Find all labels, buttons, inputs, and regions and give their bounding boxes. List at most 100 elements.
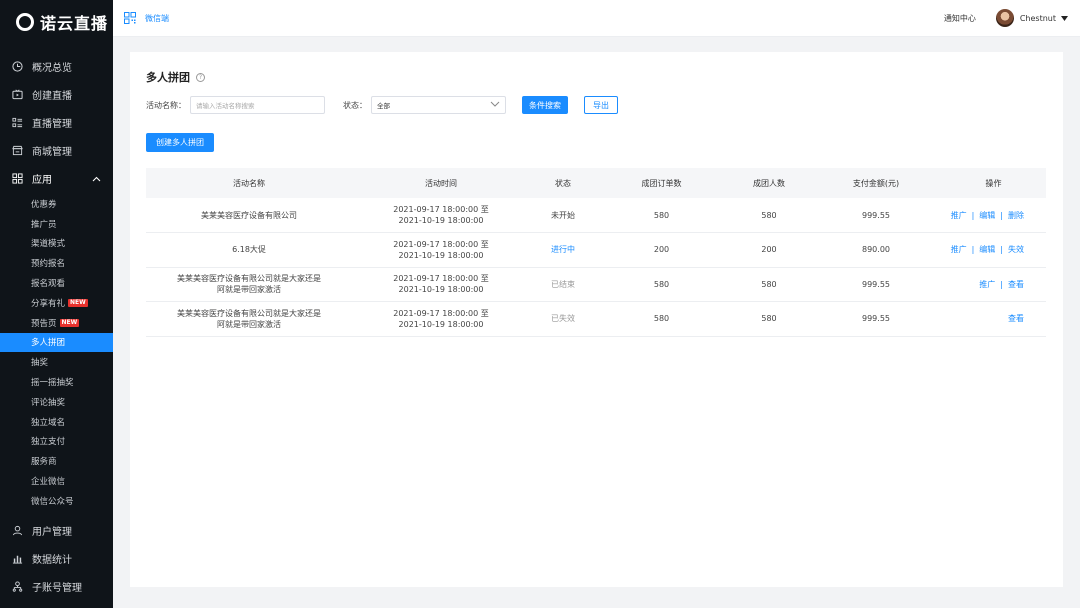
col-orders: 成团订单数: [596, 168, 727, 198]
promote-link[interactable]: 推广: [951, 245, 967, 254]
page-title-text: 多人拼团: [146, 71, 190, 84]
cell-status: 已失效: [530, 301, 596, 337]
cell-orders: 200: [596, 232, 727, 268]
time-start: 2021-09-17 18:00:00 至: [393, 308, 489, 318]
help-icon[interactable]: ?: [196, 72, 205, 82]
store-icon: [11, 144, 23, 156]
sidebar-item-create-live[interactable]: 创建直播: [0, 80, 113, 108]
sidebar-item-label: 商城管理: [32, 146, 72, 158]
time-end: 2021-10-19 18:00:00: [398, 250, 484, 260]
activity-name-line: 6.18大促: [232, 245, 266, 255]
avatar[interactable]: [995, 9, 1014, 27]
chevron-down-icon: [490, 101, 500, 109]
sidebar-item-store-manage[interactable]: 商城管理: [0, 136, 113, 164]
top-bar: 微信端 通知中心 Chestnut: [113, 0, 1080, 37]
activity-name-line: 阿就是带回家激活: [217, 285, 281, 295]
cell-activity-time: 2021-09-17 18:00:00 至 2021-10-19 18:00:00: [352, 301, 530, 337]
sidebar-subitem-label: 推广员: [31, 219, 57, 230]
table-row: 美莱美容医疗设备有限公司就是大家还是 阿就是带回家激活 2021-09-17 18…: [146, 267, 1046, 302]
sidebar-subitem-service-provider[interactable]: 服务商: [0, 451, 113, 471]
new-badge: NEW: [68, 298, 88, 307]
promote-link[interactable]: 推广: [979, 280, 995, 289]
status-select[interactable]: 全部: [371, 96, 506, 114]
cell-people: 580: [727, 301, 811, 337]
activity-name-placeholder: 请输入活动名称搜索: [196, 102, 255, 110]
chevron-up-icon[interactable]: [92, 174, 101, 185]
sidebar-item-stats[interactable]: 数据统计: [0, 545, 113, 573]
search-button[interactable]: 条件搜索: [522, 96, 568, 114]
sidebar-item-live-manage[interactable]: 直播管理: [0, 108, 113, 136]
group-buy-table: 活动名称 活动时间 状态 成团订单数 成团人数 支付金额(元) 操作 美莱美容医…: [146, 168, 1046, 337]
sidebar-subitem-custom-payment[interactable]: 独立支付: [0, 432, 113, 452]
create-group-buy-button[interactable]: 创建多人拼团: [146, 133, 214, 152]
edit-link[interactable]: 编辑: [979, 245, 995, 254]
sidebar-subitem-coupon[interactable]: 优惠券: [0, 194, 113, 214]
sidebar-subitem-channel[interactable]: 渠道模式: [0, 234, 113, 254]
action-separator: |: [1000, 210, 1003, 220]
sidebar-subitem-comment-lottery[interactable]: 评论抽奖: [0, 392, 113, 412]
activity-name-input[interactable]: 请输入活动名称搜索: [190, 96, 325, 114]
cell-amount: 999.55: [811, 267, 941, 302]
cell-activity-name: 美莱美容医疗设备有限公司: [146, 198, 352, 233]
sidebar-subitem-lottery[interactable]: 抽奖: [0, 352, 113, 372]
action-separator: |: [971, 245, 975, 255]
cell-activity-time: 2021-09-17 18:00:00 至 2021-10-19 18:00:00: [352, 232, 530, 268]
wechat-entry[interactable]: 微信端: [124, 12, 169, 24]
sidebar-subitem-promoter[interactable]: 推广员: [0, 214, 113, 234]
sidebar-item-sub-accounts[interactable]: 子账号管理: [0, 573, 113, 601]
notification-center-link[interactable]: 通知中心: [944, 13, 976, 24]
table-row: 美莱美容医疗设备有限公司 2021-09-17 18:00:00 至 2021-1…: [146, 198, 1046, 233]
view-link[interactable]: 查看: [1008, 314, 1024, 323]
cell-actions: 推广 | 编辑 | 失效: [941, 232, 1046, 268]
sidebar-subitem-register-watch[interactable]: 报名观看: [0, 273, 113, 293]
logo[interactable]: 诺云直播: [0, 0, 113, 44]
cell-people: 580: [727, 267, 811, 302]
apps-submenu: 优惠券 推广员 渠道模式 预约报名 报名观看 分享有礼 NEW 预告页 NEW 多人…: [0, 192, 113, 511]
logo-icon: [16, 13, 34, 31]
col-amount: 支付金额(元): [811, 168, 941, 198]
sidebar-subitem-label: 预告页: [31, 318, 57, 329]
main-panel: 多人拼团 ? 活动名称： 请输入活动名称搜索 状态： 全部 条件搜索 导出 创建…: [130, 52, 1063, 587]
export-button[interactable]: 导出: [584, 96, 618, 114]
sidebar-subitem-custom-domain[interactable]: 独立域名: [0, 412, 113, 432]
sidebar-subitem-group-buy[interactable]: 多人拼团: [0, 332, 113, 353]
sidebar-subitem-wecom[interactable]: 企业微信: [0, 471, 113, 491]
cell-amount: 999.55: [811, 301, 941, 337]
time-end: 2021-10-19 18:00:00: [398, 285, 484, 295]
cell-activity-time: 2021-09-17 18:00:00 至 2021-10-19 18:00:00: [352, 267, 530, 302]
user-name[interactable]: Chestnut: [1020, 14, 1056, 23]
sidebar-subitem-label: 抽奖: [31, 358, 49, 369]
cell-activity-time: 2021-09-17 18:00:00 至 2021-10-19 18:00:00: [352, 198, 530, 233]
delete-link[interactable]: 删除: [1008, 211, 1024, 220]
sidebar-subitem-preview-page[interactable]: 预告页 NEW: [0, 313, 113, 333]
sidebar-subitem-shake-lottery[interactable]: 摇一摇抽奖: [0, 372, 113, 392]
sidebar-subitem-label: 独立支付: [31, 437, 66, 448]
sidebar-item-label: 用户管理: [32, 527, 72, 539]
col-actions: 操作: [941, 168, 1046, 198]
activity-name-line: 美莱美容医疗设备有限公司: [201, 210, 297, 220]
sidebar-subitem-share-gift[interactable]: 分享有礼 NEW: [0, 293, 113, 313]
new-badge: NEW: [59, 318, 80, 327]
sidebar-subitem-reservation[interactable]: 预约报名: [0, 253, 113, 273]
sidebar-subitem-wechat-official[interactable]: 微信公众号: [0, 491, 113, 511]
action-separator: |: [1000, 279, 1003, 289]
sidebar-item-label: 应用: [32, 174, 52, 186]
status-label: 状态：: [343, 100, 367, 110]
cell-orders: 580: [596, 267, 727, 302]
sidebar-item-label: 子账号管理: [32, 583, 82, 595]
time-start: 2021-09-17 18:00:00 至: [393, 239, 489, 249]
sidebar-subitem-label: 优惠券: [31, 199, 57, 210]
view-link[interactable]: 查看: [1008, 280, 1024, 289]
time-start: 2021-09-17 18:00:00 至: [393, 274, 489, 284]
invalidate-link[interactable]: 失效: [1008, 245, 1024, 254]
sidebar-subitem-label: 摇一摇抽奖: [31, 378, 74, 389]
sidebar-item-overview[interactable]: 概况总览: [0, 52, 113, 80]
sidebar-item-user-manage[interactable]: 用户管理: [0, 517, 113, 545]
edit-link[interactable]: 编辑: [979, 211, 995, 220]
promote-link[interactable]: 推广: [951, 211, 967, 220]
sidebar-subitem-label: 独立域名: [31, 417, 66, 428]
tv-icon: [11, 88, 23, 100]
caret-down-icon[interactable]: [1061, 14, 1068, 23]
action-separator: |: [971, 210, 975, 220]
sidebar-item-apps[interactable]: 应用: [0, 164, 113, 192]
